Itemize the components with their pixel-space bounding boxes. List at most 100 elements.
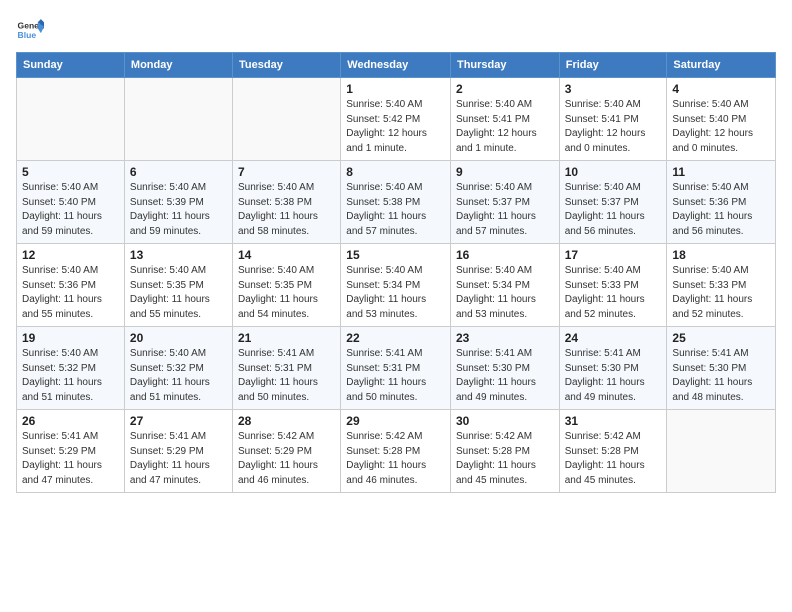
calendar-cell: 2 Sunrise: 5:40 AMSunset: 5:41 PMDaylight… [450,78,559,161]
day-number: 27 [130,414,227,428]
calendar-cell: 21 Sunrise: 5:41 AMSunset: 5:31 PMDayligh… [233,327,341,410]
day-number: 15 [346,248,445,262]
day-info: Sunrise: 5:40 AMSunset: 5:40 PMDaylight:… [22,181,119,239]
calendar-week-row: 5 Sunrise: 5:40 AMSunset: 5:40 PMDaylight… [17,161,776,244]
calendar-cell: 6Sunrise: 5:40 AMSunset: 5:39 PMDaylight… [124,161,232,244]
calendar-cell: 5 Sunrise: 5:40 AMSunset: 5:40 PMDaylight… [17,161,125,244]
day-number: 28 [238,414,335,428]
day-number: 7 [238,165,335,179]
calendar-cell: 29Sunrise: 5:42 AMSunset: 5:28 PMDayligh… [341,410,451,493]
column-header-thursday: Thursday [450,53,559,78]
calendar-cell: 28 Sunrise: 5:42 AMSunset: 5:29 PMDayligh… [233,410,341,493]
day-info: Sunrise: 5:40 AMSunset: 5:35 PMDaylight:… [130,264,227,322]
day-info: Sunrise: 5:41 AMSunset: 5:31 PMDaylight:… [346,347,445,405]
calendar-week-row: 19 Sunrise: 5:40 AMSunset: 5:32 PMDayligh… [17,327,776,410]
day-info: Sunrise: 5:40 AMSunset: 5:41 PMDaylight:… [565,98,662,156]
calendar-cell: 30 Sunrise: 5:42 AMSunset: 5:28 PMDayligh… [450,410,559,493]
calendar-cell: 4 Sunrise: 5:40 AMSunset: 5:40 PMDaylight… [667,78,776,161]
day-info: Sunrise: 5:40 AMSunset: 5:38 PMDaylight:… [238,181,335,239]
column-header-wednesday: Wednesday [341,53,451,78]
calendar-cell: 1 Sunrise: 5:40 AMSunset: 5:42 PMDaylight… [341,78,451,161]
day-number: 1 [346,82,445,96]
day-info: Sunrise: 5:40 AMSunset: 5:36 PMDaylight:… [672,181,770,239]
page-header: General Blue [16,16,776,44]
calendar-cell: 26 Sunrise: 5:41 AMSunset: 5:29 PMDayligh… [17,410,125,493]
calendar-cell: 7 Sunrise: 5:40 AMSunset: 5:38 PMDaylight… [233,161,341,244]
day-info: Sunrise: 5:41 AMSunset: 5:31 PMDaylight:… [238,347,335,405]
day-info: Sunrise: 5:42 AMSunset: 5:28 PMDaylight:… [456,430,554,488]
calendar-cell [124,78,232,161]
day-info: Sunrise: 5:41 AMSunset: 5:30 PMDaylight:… [565,347,662,405]
day-info: Sunrise: 5:40 AMSunset: 5:34 PMDaylight:… [456,264,554,322]
calendar-week-row: 1 Sunrise: 5:40 AMSunset: 5:42 PMDaylight… [17,78,776,161]
day-number: 24 [565,331,662,345]
calendar-cell [233,78,341,161]
calendar-cell: 11 Sunrise: 5:40 AMSunset: 5:36 PMDayligh… [667,161,776,244]
day-info: Sunrise: 5:42 AMSunset: 5:28 PMDaylight:… [565,430,662,488]
day-number: 23 [456,331,554,345]
calendar-cell: 27 Sunrise: 5:41 AMSunset: 5:29 PMDayligh… [124,410,232,493]
calendar-cell [667,410,776,493]
calendar-cell: 17 Sunrise: 5:40 AMSunset: 5:33 PMDayligh… [559,244,667,327]
calendar-cell: 23 Sunrise: 5:41 AMSunset: 5:30 PMDayligh… [450,327,559,410]
day-info: Sunrise: 5:40 AMSunset: 5:40 PMDaylight:… [672,98,770,156]
day-number: 19 [22,331,119,345]
column-header-sunday: Sunday [17,53,125,78]
day-number: 5 [22,165,119,179]
day-number: 3 [565,82,662,96]
day-info: Sunrise: 5:40 AMSunset: 5:35 PMDaylight:… [238,264,335,322]
logo: General Blue [16,16,44,44]
calendar-cell: 8 Sunrise: 5:40 AMSunset: 5:38 PMDaylight… [341,161,451,244]
day-info: Sunrise: 5:41 AMSunset: 5:30 PMDaylight:… [456,347,554,405]
day-number: 13 [130,248,227,262]
column-header-tuesday: Tuesday [233,53,341,78]
day-number: 11 [672,165,770,179]
day-info: Sunrise: 5:41 AMSunset: 5:29 PMDaylight:… [22,430,119,488]
column-header-friday: Friday [559,53,667,78]
calendar-table: SundayMondayTuesdayWednesdayThursdayFrid… [16,52,776,493]
day-number: 30 [456,414,554,428]
day-number: 16 [456,248,554,262]
calendar-cell: 13 Sunrise: 5:40 AMSunset: 5:35 PMDayligh… [124,244,232,327]
day-number: 31 [565,414,662,428]
day-number: 26 [22,414,119,428]
day-info: Sunrise: 5:41 AMSunset: 5:30 PMDaylight:… [672,347,770,405]
day-info: Sunrise: 5:40 AMSunset: 5:34 PMDaylight:… [346,264,445,322]
day-info: Sunrise: 5:40 AMSunset: 5:32 PMDaylight:… [22,347,119,405]
day-number: 2 [456,82,554,96]
calendar-cell: 3 Sunrise: 5:40 AMSunset: 5:41 PMDaylight… [559,78,667,161]
day-number: 12 [22,248,119,262]
calendar-week-row: 12 Sunrise: 5:40 AMSunset: 5:36 PMDayligh… [17,244,776,327]
calendar-cell: 18 Sunrise: 5:40 AMSunset: 5:33 PMDayligh… [667,244,776,327]
calendar-header-row: SundayMondayTuesdayWednesdayThursdayFrid… [17,53,776,78]
calendar-cell: 9Sunrise: 5:40 AMSunset: 5:37 PMDaylight… [450,161,559,244]
calendar-cell: 15 Sunrise: 5:40 AMSunset: 5:34 PMDayligh… [341,244,451,327]
calendar-cell: 25 Sunrise: 5:41 AMSunset: 5:30 PMDayligh… [667,327,776,410]
day-info: Sunrise: 5:40 AMSunset: 5:42 PMDaylight:… [346,98,445,156]
day-number: 25 [672,331,770,345]
day-info: Sunrise: 5:40 AMSunset: 5:41 PMDaylight:… [456,98,554,156]
day-number: 21 [238,331,335,345]
day-info: Sunrise: 5:42 AMSunset: 5:29 PMDaylight:… [238,430,335,488]
day-info: Sunrise: 5:42 AMSunset: 5:28 PMDaylight:… [346,430,445,488]
calendar-cell: 10Sunrise: 5:40 AMSunset: 5:37 PMDayligh… [559,161,667,244]
column-header-saturday: Saturday [667,53,776,78]
day-info: Sunrise: 5:40 AMSunset: 5:32 PMDaylight:… [130,347,227,405]
day-number: 18 [672,248,770,262]
calendar-cell: 19 Sunrise: 5:40 AMSunset: 5:32 PMDayligh… [17,327,125,410]
calendar-cell [17,78,125,161]
day-info: Sunrise: 5:40 AMSunset: 5:37 PMDaylight:… [565,181,662,239]
column-header-monday: Monday [124,53,232,78]
calendar-cell: 16 Sunrise: 5:40 AMSunset: 5:34 PMDayligh… [450,244,559,327]
day-info: Sunrise: 5:40 AMSunset: 5:36 PMDaylight:… [22,264,119,322]
day-info: Sunrise: 5:40 AMSunset: 5:33 PMDaylight:… [565,264,662,322]
day-info: Sunrise: 5:40 AMSunset: 5:38 PMDaylight:… [346,181,445,239]
day-number: 22 [346,331,445,345]
day-number: 4 [672,82,770,96]
day-number: 8 [346,165,445,179]
calendar-cell: 22 Sunrise: 5:41 AMSunset: 5:31 PMDayligh… [341,327,451,410]
day-info: Sunrise: 5:41 AMSunset: 5:29 PMDaylight:… [130,430,227,488]
calendar-cell: 31 Sunrise: 5:42 AMSunset: 5:28 PMDayligh… [559,410,667,493]
day-info: Sunrise: 5:40 AMSunset: 5:33 PMDaylight:… [672,264,770,322]
day-number: 17 [565,248,662,262]
